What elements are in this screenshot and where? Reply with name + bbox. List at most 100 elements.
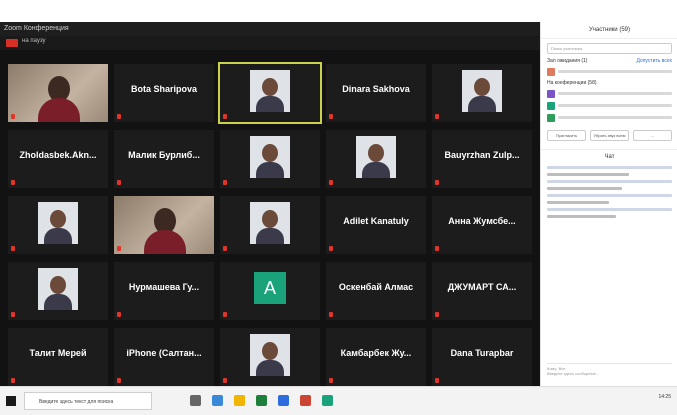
- participant-tile[interactable]: Нурмашева Гу...: [114, 262, 214, 320]
- chat-input[interactable]: Введите здесь сообщение...: [547, 371, 672, 376]
- participant-name: iPhone (Салтан...: [126, 348, 202, 358]
- chrome-icon[interactable]: [256, 395, 267, 406]
- mic-muted-icon: [435, 180, 439, 185]
- mic-muted-icon: [329, 312, 333, 317]
- app-icon[interactable]: [300, 395, 311, 406]
- windows-taskbar: Введите здесь текст для поиска 14:25: [0, 386, 677, 415]
- participant-tile[interactable]: Bota Sharipova: [114, 64, 214, 122]
- participant-name: Bauyrzhan Zulp...: [444, 150, 520, 160]
- mic-muted-icon: [117, 246, 121, 251]
- avatar: [547, 113, 555, 122]
- participant-tile[interactable]: [8, 196, 108, 254]
- record-icon[interactable]: [6, 39, 18, 47]
- participant-name: Талит Мерей: [29, 348, 87, 358]
- participant-name: Zholdasbek.Akn...: [19, 150, 97, 160]
- participant-video: [8, 64, 108, 122]
- participant-photo: [356, 136, 396, 178]
- participant-tile[interactable]: Bauyrzhan Zulp...: [432, 130, 532, 188]
- participant-avatar: A: [254, 272, 286, 304]
- mic-muted-icon: [117, 378, 121, 383]
- mic-muted-icon: [11, 378, 15, 383]
- mic-muted-icon: [435, 378, 439, 383]
- mic-muted-icon: [11, 180, 15, 185]
- participant-name: ДЖУМАРТ СА...: [447, 282, 517, 292]
- participant-tile[interactable]: Оскенбай Алмас: [326, 262, 426, 320]
- mic-muted-icon: [11, 114, 15, 119]
- participant-name: Dinara Sakhova: [342, 84, 410, 94]
- participant-tile[interactable]: Zholdasbek.Akn...: [8, 130, 108, 188]
- windows-start-icon[interactable]: [6, 396, 16, 406]
- mic-muted-icon: [117, 312, 121, 317]
- participant-row[interactable]: [547, 101, 672, 110]
- participant-tile[interactable]: Камбарбек Жу...: [326, 328, 426, 386]
- participants-actions: Пригласить Убрать звук всем ...: [547, 130, 672, 141]
- chat-message: [547, 208, 672, 211]
- in-meeting-title: На конференции (58): [547, 80, 597, 86]
- participant-name: Нурмашева Гу...: [128, 282, 200, 292]
- participant-tile[interactable]: [220, 196, 320, 254]
- participant-search-input[interactable]: Поиск участника: [547, 43, 672, 54]
- mic-muted-icon: [223, 114, 227, 119]
- mic-muted-icon: [435, 114, 439, 119]
- participant-photo: [250, 202, 290, 244]
- participant-tile[interactable]: [8, 64, 108, 122]
- waiting-participant[interactable]: [547, 67, 672, 76]
- folder-icon[interactable]: [234, 395, 245, 406]
- participant-tile[interactable]: [218, 62, 322, 124]
- invite-button[interactable]: Пригласить: [547, 130, 586, 141]
- participant-tile[interactable]: Adilet Kanatuly: [326, 196, 426, 254]
- participant-name: Bota Sharipova: [130, 84, 197, 94]
- chat-title: Чат: [541, 149, 677, 160]
- mic-muted-icon: [117, 180, 121, 185]
- participant-name: Adilet Kanatuly: [343, 216, 409, 226]
- participant-row[interactable]: [547, 113, 672, 122]
- participant-tile[interactable]: Анна Жумсбе...: [432, 196, 532, 254]
- participant-tile[interactable]: Dana Turapbar: [432, 328, 532, 386]
- participant-name: Малик Бурлиб...: [128, 150, 200, 160]
- participants-sidebar: Участники (59) Поиск участника Зал ожида…: [540, 22, 677, 386]
- participant-tile[interactable]: [8, 262, 108, 320]
- participant-tile[interactable]: [114, 196, 214, 254]
- mic-muted-icon: [329, 114, 333, 119]
- participant-photo: [250, 136, 290, 178]
- mic-muted-icon: [223, 246, 227, 251]
- edge-icon[interactable]: [212, 395, 223, 406]
- recording-bar: на паузу: [0, 36, 540, 50]
- in-meeting-section: На конференции (58): [547, 80, 672, 86]
- participant-tile[interactable]: [220, 328, 320, 386]
- mic-muted-icon: [223, 312, 227, 317]
- participant-tile[interactable]: [432, 64, 532, 122]
- participant-row[interactable]: [547, 89, 672, 98]
- chat-input-area[interactable]: Кому: Все Введите здесь сообщение...: [547, 363, 672, 378]
- participant-tile[interactable]: A: [220, 262, 320, 320]
- mute-all-button[interactable]: Убрать звук всем: [590, 130, 629, 141]
- chat-message: [547, 187, 623, 190]
- mic-muted-icon: [329, 180, 333, 185]
- taskbar-search-input[interactable]: Введите здесь текст для поиска: [24, 392, 152, 410]
- participant-tile[interactable]: Талит Мерей: [8, 328, 108, 386]
- participant-photo: [462, 70, 502, 112]
- participant-tile[interactable]: [326, 130, 426, 188]
- waiting-room-title: Зал ожидания (1): [547, 58, 588, 64]
- participant-tile[interactable]: Малик Бурлиб...: [114, 130, 214, 188]
- chat-message: [547, 201, 609, 204]
- window-title: Zoom Конференция: [4, 25, 69, 32]
- mic-muted-icon: [11, 312, 15, 317]
- app-icon[interactable]: [322, 395, 333, 406]
- mic-muted-icon: [223, 180, 227, 185]
- zoom-icon[interactable]: [278, 395, 289, 406]
- admit-all-button[interactable]: Допустить всех: [636, 58, 672, 64]
- more-button[interactable]: ...: [633, 130, 672, 141]
- participant-name: Камбарбек Жу...: [340, 348, 412, 358]
- participant-name: Dana Turapbar: [450, 348, 514, 358]
- mic-muted-icon: [435, 312, 439, 317]
- participant-tile[interactable]: iPhone (Салтан...: [114, 328, 214, 386]
- task-view-icon[interactable]: [190, 395, 201, 406]
- participants-header: Участники (59): [541, 22, 677, 39]
- participant-name: Анна Жумсбе...: [448, 216, 516, 226]
- participant-tile[interactable]: ДЖУМАРТ СА...: [432, 262, 532, 320]
- participant-photo: [250, 70, 290, 112]
- participant-tile[interactable]: [220, 130, 320, 188]
- participant-video: [114, 196, 214, 254]
- participant-tile[interactable]: Dinara Sakhova: [326, 64, 426, 122]
